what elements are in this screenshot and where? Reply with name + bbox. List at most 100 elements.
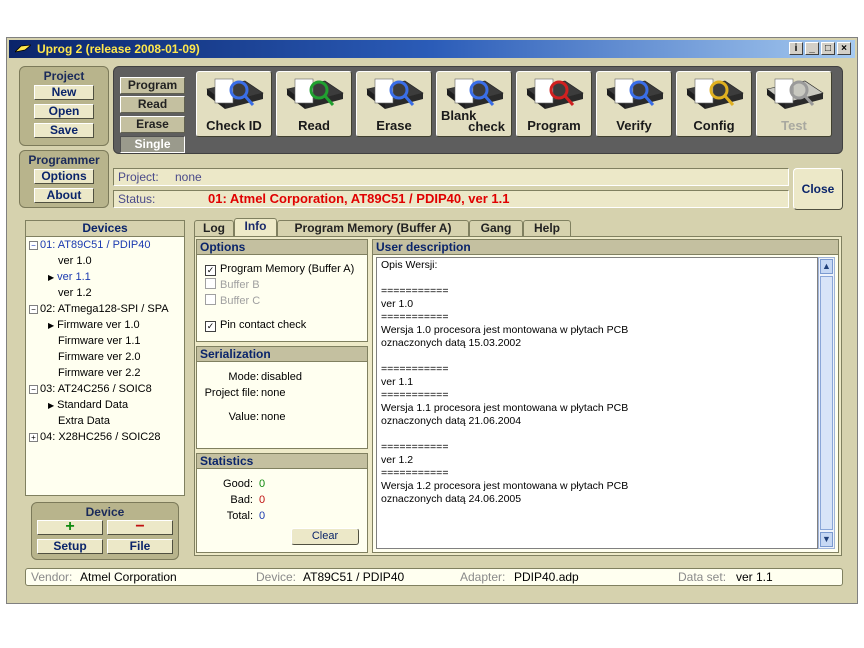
config-tool-label: Config	[693, 118, 735, 133]
tree-node-label: 03: AT24C256 / SOIC8	[40, 383, 152, 395]
option-checkbox[interactable]: ✓ Program Memory (Buffer A)	[205, 262, 354, 276]
tab-log[interactable]: Log	[194, 220, 234, 237]
chip-wrench-icon	[686, 78, 744, 109]
option-label: Program Memory (Buffer A)	[220, 263, 355, 275]
memo-line: oznaczonych datą 15.03.2002	[381, 337, 522, 349]
memo-line: Wersja 1.1 procesora jest montowana w pł…	[381, 402, 629, 414]
tree-node-label: Firmware ver 1.1	[58, 335, 141, 347]
file-button[interactable]: File	[107, 539, 173, 554]
tree-dataset-node[interactable]: Firmware ver 2.2	[58, 366, 141, 381]
device-label: Device:	[256, 570, 297, 584]
memo-line: ver 1.1	[381, 376, 414, 388]
tree-dataset-node[interactable]: ▶ Standard Data	[48, 398, 128, 413]
chip-eraser-icon	[366, 78, 424, 109]
tree-dataset-node[interactable]: ▶ Firmware ver 1.0	[48, 318, 140, 333]
ser-mode-value: disabled	[261, 371, 302, 383]
tree-device-node[interactable]: −03: AT24C256 / SOIC8	[29, 382, 152, 397]
erase-tool-button[interactable]: Erase	[356, 71, 432, 137]
mode-program[interactable]: Program	[120, 77, 185, 94]
add-device-button[interactable]: +	[37, 519, 103, 535]
checkmark-icon: ✓	[205, 265, 216, 276]
stat-total-value: 0	[259, 510, 266, 522]
tree-dataset-node[interactable]: ▶ ver 1.1	[48, 270, 91, 285]
mode-read[interactable]: Read	[120, 96, 185, 113]
config-tool-button[interactable]: Config	[676, 71, 752, 137]
collapse-icon[interactable]: −	[29, 304, 38, 314]
device-panel-header: Device	[85, 505, 125, 519]
about-button[interactable]: About	[34, 188, 94, 203]
mode-single[interactable]: Single	[120, 136, 185, 153]
chip-program-arrow-icon	[526, 78, 584, 109]
project-line: Project: none	[113, 168, 789, 186]
memo-line	[381, 428, 813, 441]
expand-icon[interactable]: +	[29, 432, 38, 442]
memo-line: ===========	[381, 363, 449, 375]
vendor-label: Vendor:	[31, 570, 73, 584]
close-button[interactable]: Close	[793, 168, 843, 210]
mode-erase[interactable]: Erase	[120, 116, 185, 133]
scroll-thumb[interactable]	[820, 276, 833, 530]
ser-mode-label: Mode:	[228, 371, 259, 383]
app-logo-icon	[15, 44, 31, 53]
scroll-up-icon[interactable]: ▲	[820, 259, 833, 274]
collapse-icon[interactable]: −	[29, 384, 38, 394]
tab-info[interactable]: Info	[234, 218, 277, 237]
tab-program-memory[interactable]: Program Memory (Buffer A)	[277, 220, 469, 237]
maximize-button[interactable]: □	[821, 42, 835, 55]
tree-node-label: 04: X28HC256 / SOIC28	[40, 431, 161, 443]
chip-read-arrow-icon	[286, 78, 344, 109]
tree-node-label: Standard Data	[57, 399, 129, 411]
user-description-group: User description Opis Wersji: ===========…	[372, 239, 839, 553]
memo-scrollbar[interactable]: ▲ ▼	[818, 257, 835, 549]
setup-button[interactable]: Setup	[37, 539, 103, 554]
tree-dataset-node[interactable]: ver 1.0	[58, 254, 92, 269]
ser-file-value: none	[261, 387, 286, 399]
save-project-button[interactable]: Save	[34, 123, 94, 138]
tree-dataset-node[interactable]: Extra Data	[58, 414, 110, 429]
open-project-button[interactable]: Open	[34, 104, 94, 119]
tree-node-label: ver 1.0	[58, 255, 92, 267]
clear-stats-button[interactable]: Clear	[291, 528, 359, 545]
project-label: Project:	[118, 170, 159, 184]
program-tool-button[interactable]: Program	[516, 71, 592, 137]
options-button[interactable]: Options	[34, 169, 94, 184]
check-id-tool-button[interactable]: Check ID	[196, 71, 272, 137]
tree-dataset-node[interactable]: Firmware ver 1.1	[58, 334, 141, 349]
programmer-panel-header: Programmer	[28, 153, 100, 167]
verify-tool-button[interactable]: Verify	[596, 71, 672, 137]
scroll-down-icon[interactable]: ▼	[820, 532, 833, 547]
tree-dataset-node[interactable]: Firmware ver 2.0	[58, 350, 141, 365]
memo-line: ver 1.2	[381, 454, 414, 466]
stat-bad-value: 0	[259, 494, 266, 506]
current-arrow-icon: ▶	[48, 401, 55, 410]
memo-line: ver 1.0	[381, 298, 414, 310]
tree-node-label: 02: ATmega128-SPI / SPA	[40, 303, 169, 315]
ser-value-label: Value:	[228, 411, 259, 423]
statistics-header: Statistics	[197, 454, 367, 469]
options-header: Options	[197, 240, 367, 255]
collapse-icon[interactable]: −	[29, 240, 38, 250]
window-title: Uprog 2 (release 2008-01-09)	[37, 42, 200, 56]
remove-device-button[interactable]: −	[107, 519, 173, 535]
tree-dataset-node[interactable]: ver 1.2	[58, 286, 92, 301]
stat-good-value: 0	[259, 478, 266, 490]
option-checkbox[interactable]: ✓ Pin contact check	[205, 318, 306, 332]
status-value: 01: Atmel Corporation, AT89C51 / PDIP40,…	[208, 191, 510, 206]
user-description-memo[interactable]: Opis Wersji: =========== ver 1.0 ==========…	[376, 257, 818, 549]
memo-line: ===========	[381, 311, 449, 323]
new-project-button[interactable]: New	[34, 85, 94, 100]
tab-help[interactable]: Help	[523, 220, 571, 237]
close-window-button[interactable]: ×	[837, 42, 851, 55]
erase-tool-label: Erase	[376, 118, 412, 133]
blank-check-tool-button[interactable]: Blank check	[436, 71, 512, 137]
minimize-button[interactable]: _	[805, 42, 819, 55]
tree-device-node[interactable]: −01: AT89C51 / PDIP40	[29, 238, 150, 253]
info-icon[interactable]: i	[789, 42, 803, 55]
read-tool-button[interactable]: Read	[276, 71, 352, 137]
tab-gang[interactable]: Gang	[469, 220, 523, 237]
check-id-tool-label: Check ID	[206, 118, 262, 133]
tree-device-node[interactable]: +04: X28HC256 / SOIC28	[29, 430, 160, 445]
memo-line	[381, 272, 813, 285]
tree-device-node[interactable]: −02: ATmega128-SPI / SPA	[29, 302, 169, 317]
dataset-label: Data set:	[678, 570, 727, 584]
